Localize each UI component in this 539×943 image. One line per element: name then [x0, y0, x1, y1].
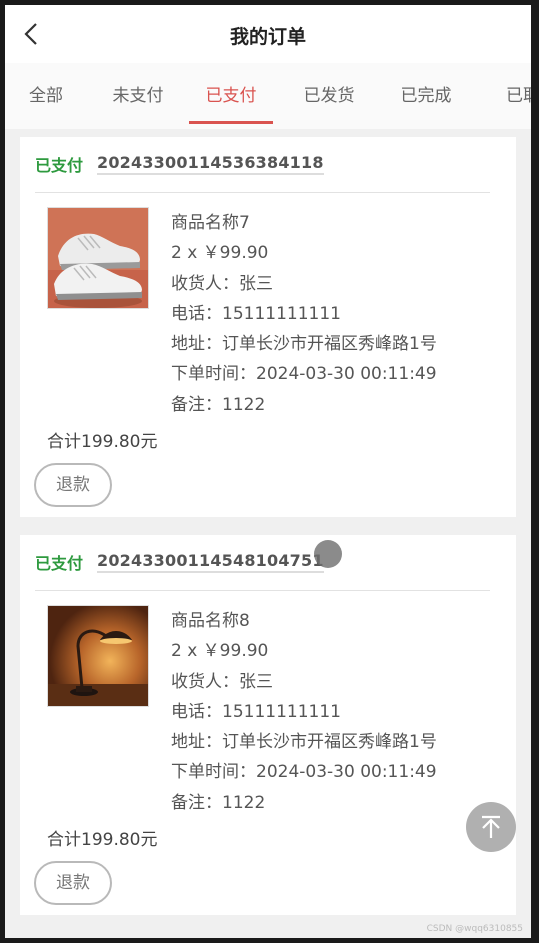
tab-paid[interactable]: 已支付 — [186, 63, 276, 129]
order-total: 合计199.80元 — [47, 432, 158, 452]
order-card: 已支付 20243300114536384118 商品名称7 2 x ￥99.90… — [20, 137, 516, 517]
consignee: 收货人：张三 — [171, 671, 273, 692]
refund-button[interactable]: 退款 — [34, 463, 112, 507]
nav-bar: 我的订单 — [5, 5, 531, 63]
remark: 备注：1122 — [171, 792, 266, 813]
active-tab-indicator — [189, 121, 273, 124]
phone: 电话：15111111111 — [171, 303, 341, 324]
consignee: 收货人：张三 — [171, 273, 273, 294]
address: 地址：订单长沙市开福区秀峰路1号 — [171, 334, 437, 355]
order-screen: 我的订单 全部 未支付 已支付 已发货 已完成 已取 已支付 2024330011… — [5, 5, 531, 938]
page-title: 我的订单 — [229, 26, 306, 48]
order-tabs: 全部 未支付 已支付 已发货 已完成 已取 — [5, 63, 531, 129]
remark: 备注：1122 — [171, 394, 266, 415]
tab-cancelled[interactable]: 已取 — [478, 63, 531, 129]
tab-shipped[interactable]: 已发货 — [284, 63, 374, 129]
tab-all[interactable]: 全部 — [5, 63, 91, 129]
order-number: 20243300114548104751 — [97, 551, 324, 573]
address: 地址：订单长沙市开福区秀峰路1号 — [171, 732, 437, 753]
order-time: 下单时间：2024-03-30 00:11:49 — [171, 364, 437, 385]
order-header: 已支付 20243300114536384118 — [35, 152, 324, 178]
order-card: 已支付 20243300114548104751 商品名称8 2 x ￥99.9… — [20, 535, 516, 915]
order-header: 已支付 20243300114548104751 — [35, 550, 324, 576]
quantity-price: 2 x ￥99.90 — [171, 641, 269, 662]
refund-button[interactable]: 退款 — [34, 861, 112, 905]
watermark: CSDN @wqq6310855 — [426, 924, 523, 934]
sneakers-image[interactable] — [47, 207, 149, 309]
order-total: 合计199.80元 — [47, 830, 158, 850]
tab-completed[interactable]: 已完成 — [381, 63, 471, 129]
status-badge: 已支付 — [35, 554, 84, 573]
divider — [35, 590, 490, 591]
desk-lamp-image[interactable] — [47, 605, 149, 707]
product-name: 商品名称7 — [171, 213, 250, 233]
divider — [35, 192, 490, 193]
tab-unpaid[interactable]: 未支付 — [93, 63, 183, 129]
quantity-price: 2 x ￥99.90 — [171, 243, 269, 264]
product-name: 商品名称8 — [171, 611, 250, 631]
order-time: 下单时间：2024-03-30 00:11:49 — [171, 762, 437, 783]
arrow-up-icon — [482, 815, 500, 838]
order-info: 商品名称8 2 x ￥99.90 收货人：张三 电话：15111111111 地… — [171, 606, 437, 818]
order-info: 商品名称7 2 x ￥99.90 收货人：张三 电话：15111111111 地… — [171, 208, 437, 420]
phone: 电话：15111111111 — [171, 701, 341, 722]
order-number: 20243300114536384118 — [97, 153, 324, 175]
back-to-top-button[interactable] — [466, 802, 516, 852]
status-badge: 已支付 — [35, 156, 84, 175]
touch-indicator — [314, 540, 342, 568]
